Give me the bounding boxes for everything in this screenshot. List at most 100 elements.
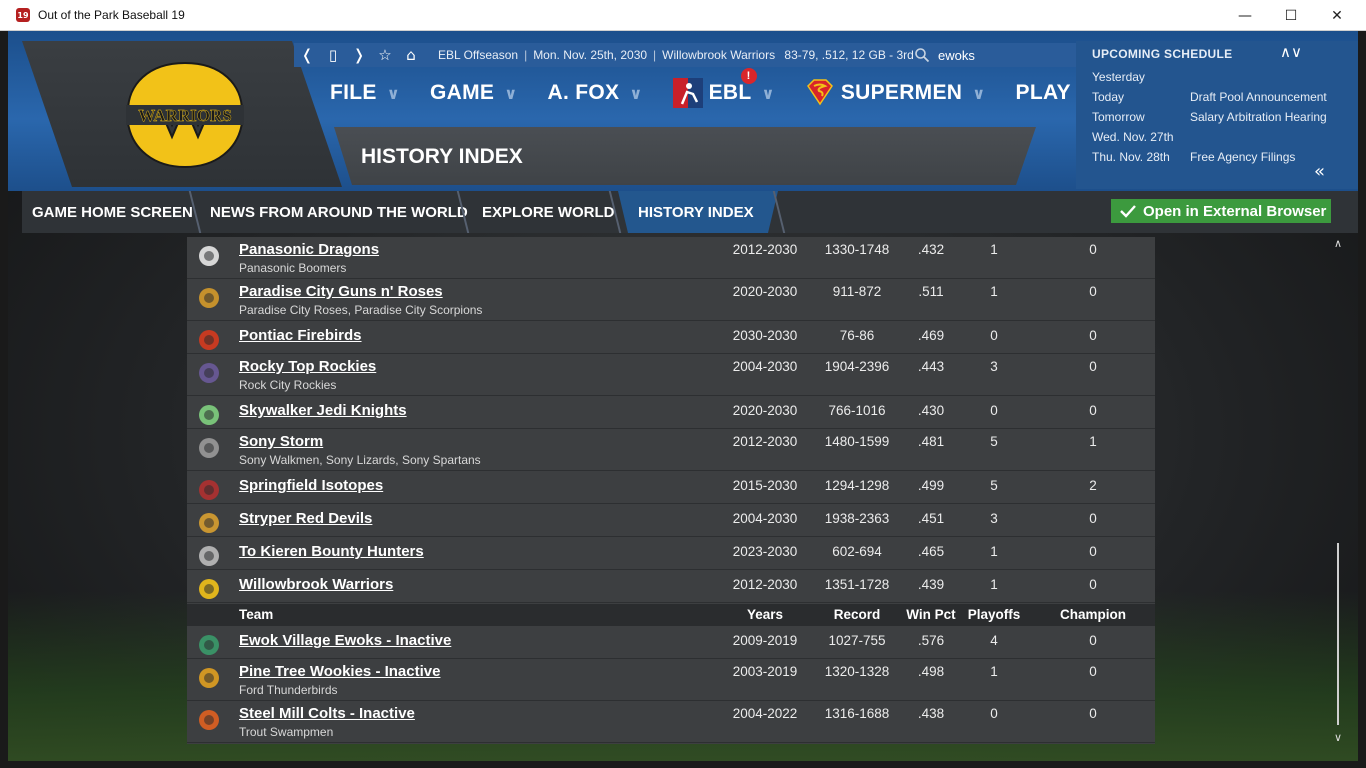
- team-name-link[interactable]: Skywalker Jedi Knights: [239, 402, 407, 419]
- playoffs-cell: 5: [990, 478, 998, 493]
- window-title-bar: 19 Out of the Park Baseball 19 — ☐ ✕: [0, 0, 1366, 31]
- years-cell: 2003-2019: [732, 664, 798, 679]
- years-cell: 2009-2019: [732, 633, 798, 648]
- years-cell: 2020-2030: [732, 284, 798, 299]
- team-name-link[interactable]: Steel Mill Colts - Inactive: [239, 705, 415, 722]
- scroll-down-icon[interactable]: ∨: [1334, 731, 1342, 744]
- page-icon[interactable]: ▯: [320, 46, 346, 64]
- chevron-down-icon: ∨: [972, 83, 986, 103]
- tab-explore-world[interactable]: EXPLORE WORLD: [472, 191, 620, 233]
- tab-history-index[interactable]: HISTORY INDEX: [618, 191, 778, 233]
- season-label: EBL Offseason: [438, 48, 519, 62]
- info-strip: ❬ ▯ ❭ ☆ ⌂ EBL Offseason | Mon. Nov. 25th, …: [294, 43, 1076, 67]
- team-alias: Trout Swampmen: [239, 725, 334, 739]
- table-row: Steel Mill Colts - Inactive Trout Swampme…: [187, 701, 1155, 743]
- app-icon: 19: [16, 8, 30, 22]
- tab-divider: [772, 191, 786, 233]
- schedule-day: Yesterday: [1092, 70, 1145, 84]
- team-logo-icon: [199, 330, 219, 350]
- star-icon[interactable]: ☆: [372, 46, 398, 64]
- tab-news[interactable]: NEWS FROM AROUND THE WORLD: [200, 191, 468, 233]
- playoffs-cell: 1: [990, 242, 998, 257]
- schedule-event[interactable]: Draft Pool Announcement: [1190, 90, 1327, 104]
- minimize-button[interactable]: —: [1222, 0, 1268, 31]
- notification-badge: !: [740, 68, 757, 84]
- years-cell: 2004-2022: [732, 706, 798, 721]
- forward-icon[interactable]: ❭: [346, 46, 372, 64]
- team-name-link[interactable]: Springfield Isotopes: [239, 477, 383, 494]
- schedule-day: Tomorrow: [1092, 110, 1145, 124]
- table-row: To Kieren Bounty Hunters 2023-2030 602-694…: [187, 537, 1155, 570]
- playoffs-cell: 0: [990, 706, 998, 721]
- team-logo-icon: [199, 246, 219, 266]
- menu-team[interactable]: SUPERMEN ∨: [805, 78, 986, 108]
- team-name-link[interactable]: Ewok Village Ewoks - Inactive: [239, 632, 451, 649]
- menu-league[interactable]: EBL ∨ !: [672, 68, 775, 108]
- search-icon[interactable]: [914, 47, 930, 63]
- collapse-icon[interactable]: «: [1314, 161, 1325, 182]
- schedule-day: Thu. Nov. 28th: [1092, 150, 1170, 164]
- table-row: Panasonic Dragons Panasonic Boomers 2012-2…: [187, 237, 1155, 279]
- tab-game-home[interactable]: GAME HOME SCREEN: [22, 191, 194, 233]
- team-logo-icon: [199, 288, 219, 308]
- column-header-team[interactable]: Team: [239, 607, 273, 622]
- team-name-link[interactable]: Stryper Red Devils: [239, 510, 372, 527]
- menu-file[interactable]: FILE ∨: [330, 81, 400, 105]
- home-icon[interactable]: ⌂: [398, 46, 424, 64]
- playoffs-cell: 0: [990, 403, 998, 418]
- close-window-button[interactable]: ✕: [1314, 0, 1360, 31]
- champion-cell: 0: [1089, 633, 1097, 648]
- menu-file-label: FILE: [330, 81, 377, 104]
- schedule-day: Today: [1092, 90, 1125, 104]
- column-header-playoffs[interactable]: Playoffs: [954, 607, 1034, 622]
- years-cell: 2023-2030: [732, 544, 798, 559]
- team-name-link[interactable]: To Kieren Bounty Hunters: [239, 543, 424, 560]
- table-row: Stryper Red Devils 2004-2030 1938-2363.451…: [187, 504, 1155, 537]
- table-row: Sony Storm Sony Walkmen, Sony Lizards, So…: [187, 429, 1155, 471]
- team-alias: Sony Walkmen, Sony Lizards, Sony Spartan…: [239, 453, 481, 467]
- schedule-scroll-icon[interactable]: ∧∨: [1280, 43, 1302, 61]
- menu-game-label: GAME: [430, 81, 495, 104]
- team-name-link[interactable]: Sony Storm: [239, 433, 323, 450]
- team-logo-icon: [199, 668, 219, 688]
- team-logo[interactable]: WARRIORS: [126, 59, 244, 171]
- champion-cell: 1: [1089, 434, 1097, 449]
- column-header-years[interactable]: Years: [717, 607, 813, 622]
- team-alias: Paradise City Roses, Paradise City Scorp…: [239, 303, 483, 317]
- search-input[interactable]: [938, 45, 1058, 65]
- team-name-link[interactable]: Paradise City Guns n' Roses: [239, 283, 443, 300]
- team-link[interactable]: Willowbrook Warriors: [662, 48, 775, 62]
- years-cell: 2012-2030: [732, 577, 798, 592]
- menu-game[interactable]: GAME ∨: [430, 81, 518, 105]
- menu-league-label: EBL: [708, 81, 752, 104]
- menu-team-label: SUPERMEN: [840, 81, 963, 104]
- team-name-link[interactable]: Rocky Top Rockies: [239, 358, 376, 375]
- scroll-up-icon[interactable]: ∧: [1334, 237, 1342, 250]
- menu-manager[interactable]: A. FOX ∨: [548, 81, 643, 105]
- main-menu: FILE ∨ GAME ∨ A. FOX ∨ EBL ∨ ! SUPERMEN ∨ PLA…: [330, 68, 1124, 113]
- team-name-link[interactable]: Pine Tree Wookies - Inactive: [239, 663, 440, 680]
- champion-cell: 0: [1089, 511, 1097, 526]
- menu-manager-label: A. FOX: [547, 81, 620, 104]
- chevron-down-icon: ∨: [761, 83, 775, 103]
- back-icon[interactable]: ❬: [294, 46, 320, 64]
- table-header: Team Years Record Win Pct Playoffs Champion: [187, 604, 1155, 626]
- team-record: 83-79, .512, 12 GB - 3rd: [784, 48, 914, 62]
- team-name-link[interactable]: Pontiac Firebirds: [239, 327, 362, 344]
- years-cell: 2015-2030: [732, 478, 798, 493]
- open-external-browser-button[interactable]: Open in External Browser: [1111, 199, 1331, 223]
- champion-cell: 2: [1089, 478, 1097, 493]
- scrollbar-thumb[interactable]: [1337, 543, 1339, 725]
- table-row: Willowbrook Warriors 2012-2030 1351-1728.4…: [187, 570, 1155, 603]
- table-row: Rocky Top Rockies Rock City Rockies 2004-2…: [187, 354, 1155, 396]
- column-header-champion[interactable]: Champion: [1053, 607, 1133, 622]
- team-name-link[interactable]: Panasonic Dragons: [239, 241, 379, 258]
- superman-logo-icon: [806, 79, 833, 106]
- team-name-link[interactable]: Willowbrook Warriors: [239, 576, 393, 593]
- maximize-button[interactable]: ☐: [1268, 0, 1314, 31]
- team-logo-text: WARRIORS: [138, 106, 232, 125]
- table-row: Ewok Village Ewoks - Inactive 2009-2019 10…: [187, 626, 1155, 659]
- status-text: EBL Offseason | Mon. Nov. 25th, 2030 | Willo…: [438, 48, 914, 62]
- schedule-event[interactable]: Salary Arbitration Hearing: [1190, 110, 1327, 124]
- schedule-event[interactable]: Free Agency Filings: [1190, 150, 1295, 164]
